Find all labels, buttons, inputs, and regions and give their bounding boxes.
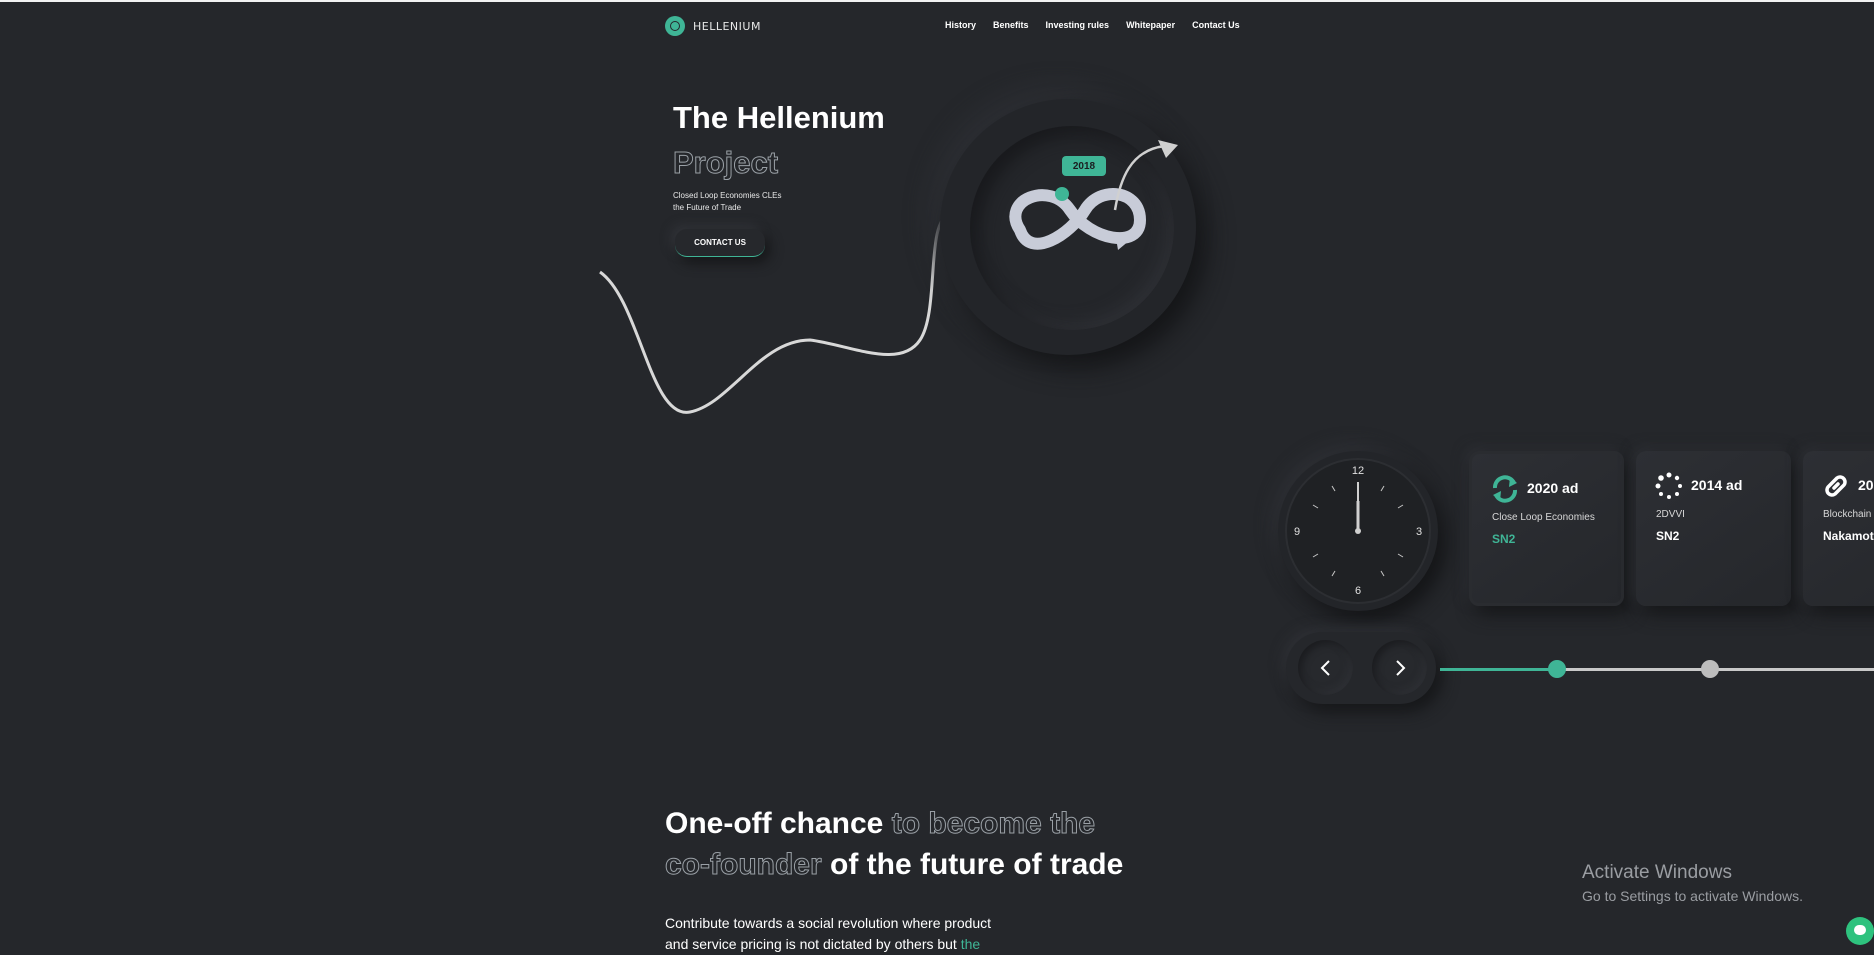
card-year: 2020 ad <box>1527 480 1579 496</box>
clock-label-3: 3 <box>1416 526 1422 538</box>
title-part-d: of the future of trade <box>821 848 1124 881</box>
refresh-icon <box>1493 475 1517 503</box>
section-title: One-off chance to become the co-founder … <box>665 803 1225 885</box>
title-part-b: to become the <box>891 807 1096 841</box>
card-label: Blockchain <box>1823 509 1872 520</box>
hero-subtitle: Closed Loop Economies CLEs the Future of… <box>673 190 782 214</box>
timeline-card-3[interactable]: 20 Blockchain Nakamot <box>1803 451 1874 606</box>
contact-us-button[interactable]: CONTACT US <box>675 229 765 257</box>
timeline-card-1[interactable]: 2020 ad Close Loop Economies SN2 <box>1469 451 1624 606</box>
card-label: Close Loop Economies <box>1492 512 1595 523</box>
prev-button[interactable] <box>1298 640 1353 695</box>
card-code: SN2 <box>1492 532 1516 546</box>
timeline-card-2[interactable]: 2014 ad 2DVVI SN2 <box>1636 451 1791 606</box>
timeline-dot[interactable] <box>1701 660 1719 678</box>
card-label: 2DVVI <box>1656 509 1685 520</box>
hero-title: The Hellenium <box>673 100 885 135</box>
clock-label-12: 12 <box>1352 465 1364 477</box>
watermark-title: Activate Windows <box>1582 862 1732 883</box>
chain-link-icon <box>1825 475 1847 497</box>
timeline-dot-active[interactable] <box>1548 660 1566 678</box>
hero-title-outline: Project <box>672 145 779 181</box>
hero-subtitle-line2: the Future of Trade <box>673 203 742 212</box>
timeline-track-progress <box>1440 668 1557 671</box>
title-part-a: One-off chance <box>665 807 892 840</box>
body-line2: and service pricing is not dictated by o… <box>665 936 961 952</box>
clock-face: 12 3 6 9 <box>1285 458 1431 604</box>
card-year: 20 <box>1858 477 1874 493</box>
clock-label-6: 6 <box>1355 585 1361 597</box>
windows-activation-watermark: Activate Windows Go to Settings to activ… <box>1582 862 1803 904</box>
chevron-right-icon <box>1395 659 1405 676</box>
card-code: SN2 <box>1656 529 1680 543</box>
watermark-subtitle: Go to Settings to activate Windows. <box>1582 888 1803 904</box>
title-part-c: co-founder <box>665 848 823 882</box>
chevron-left-icon <box>1320 659 1330 676</box>
body-line1: Contribute towards a social revolution w… <box>665 915 992 931</box>
card-year: 2014 ad <box>1691 477 1743 493</box>
year-badge: 2018 <box>1062 156 1106 176</box>
chat-bubble-icon[interactable] <box>1846 917 1874 945</box>
hero-subtitle-line1: Closed Loop Economies CLEs <box>673 191 782 200</box>
body-accent-link[interactable]: the <box>961 936 980 952</box>
clock-label-9: 9 <box>1294 526 1300 538</box>
next-button[interactable] <box>1372 640 1427 695</box>
card-code: Nakamot <box>1823 529 1874 543</box>
dots-loader-icon <box>1655 472 1682 499</box>
